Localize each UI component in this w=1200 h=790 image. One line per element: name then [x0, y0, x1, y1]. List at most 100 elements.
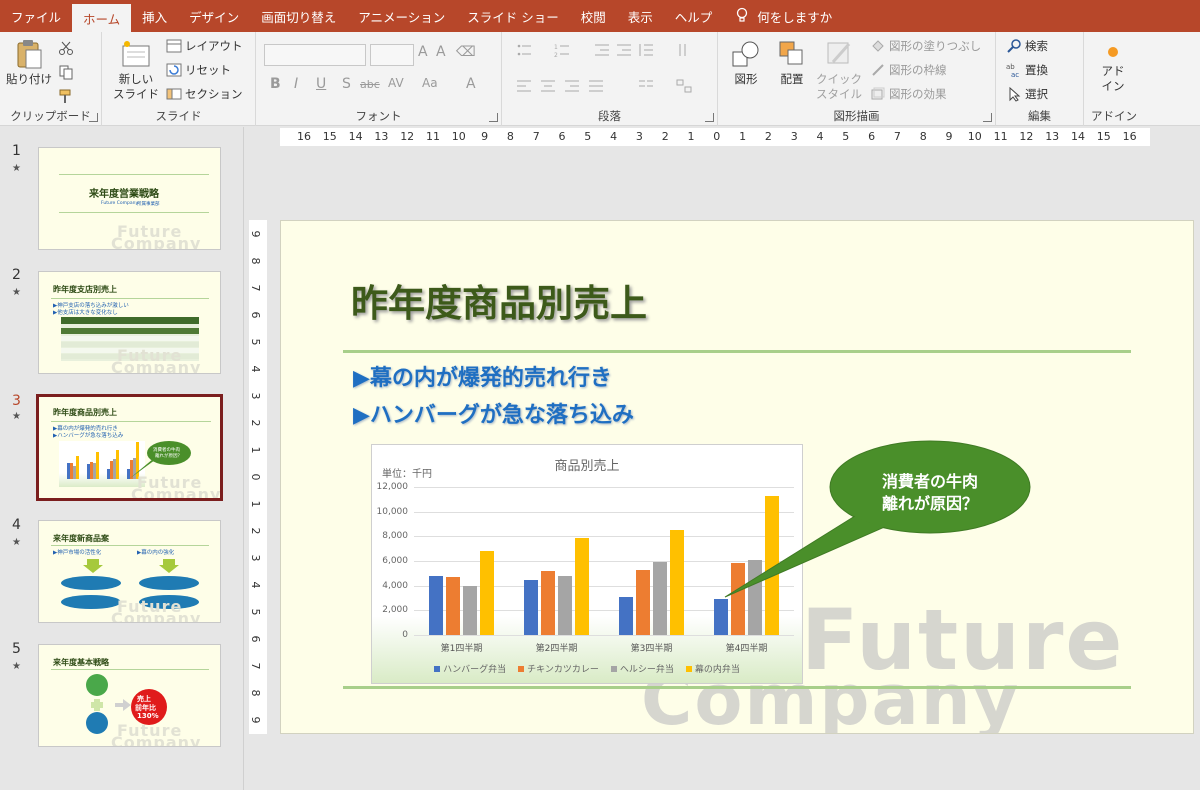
animation-star-icon: ★ — [12, 287, 21, 298]
text-direction-icon[interactable] — [676, 42, 692, 58]
shapes-icon — [730, 38, 762, 70]
font-size-combo[interactable] — [370, 44, 414, 66]
tab-animations[interactable]: アニメーション — [347, 0, 456, 32]
find-label: 検索 — [1025, 39, 1048, 53]
section-label: セクション — [185, 87, 243, 101]
shape-fill-label: 図形の塗りつぶし — [889, 39, 982, 53]
ruler-tick-label: 4 — [816, 130, 824, 143]
font-launcher[interactable] — [489, 113, 498, 122]
shape-effects-button[interactable]: 図形の効果 — [870, 86, 947, 102]
line-spacing-icon[interactable] — [638, 42, 654, 58]
strike-button[interactable]: abc — [360, 78, 380, 91]
font-name-combo[interactable] — [264, 44, 366, 66]
find-button[interactable]: 検索 — [1006, 38, 1048, 54]
ruler-tick-label: 4 — [249, 365, 262, 373]
slide-thumbnail-4[interactable]: 来年度新商品案 ▶神戸市場の活性化 ▶幕の内の強化 Future Company — [38, 520, 221, 623]
vertical-ruler[interactable]: 9 8 7 6 5 4 3 2 1 0 1 2 3 4 5 6 7 8 9 — [249, 220, 267, 734]
quick-styles-icon — [823, 38, 855, 70]
decrease-indent-icon[interactable] — [594, 42, 610, 58]
section-button[interactable]: セクション — [166, 86, 243, 102]
ruler-tick-label: 16 — [1122, 130, 1137, 143]
drawing-launcher[interactable] — [983, 113, 992, 122]
align-center-icon[interactable] — [540, 78, 556, 94]
slide-canvas[interactable]: Future Company 昨年度商品別売上 ▶幕の内が爆発的売れ行き ▶ハン… — [280, 220, 1194, 734]
ruler-tick-label: 0 — [249, 473, 262, 481]
quick-styles-button[interactable]: クイック スタイル — [816, 38, 862, 102]
arrange-button[interactable]: 配置 — [772, 38, 812, 87]
ruler-tick-label: 6 — [249, 311, 262, 319]
ruler-tick-label: 5 — [249, 608, 262, 616]
grow-font-icon[interactable]: A — [418, 44, 428, 60]
select-button[interactable]: 選択 — [1006, 86, 1048, 102]
tell-me-box[interactable]: 何をしますか — [723, 0, 832, 32]
clear-format-icon[interactable]: ⌫ — [456, 44, 476, 60]
cursor-icon — [1006, 86, 1022, 102]
smartart-icon[interactable] — [676, 78, 692, 94]
addins-button[interactable]: アド イン — [1092, 42, 1134, 94]
ruler-tick-label: 1 — [249, 446, 262, 454]
layout-icon — [166, 38, 182, 54]
callout-text[interactable]: 消費者の牛肉 離れが原因？ — [832, 471, 1028, 515]
format-painter-icon[interactable] — [58, 88, 74, 104]
shape-outline-button[interactable]: 図形の枠線 — [870, 62, 947, 78]
slide-thumbnail-2[interactable]: 昨年度支店別売上 ▶神戸支店の落ち込みが激しい ▶他支店は大きな変化なし Fut… — [38, 271, 221, 374]
shape-fill-button[interactable]: 図形の塗りつぶし — [870, 38, 981, 54]
tab-design[interactable]: デザイン — [178, 0, 250, 32]
cut-icon[interactable] — [58, 40, 74, 56]
shapes-button[interactable]: 図形 — [726, 38, 766, 87]
replace-button[interactable]: ab ac 置換 — [1006, 62, 1048, 79]
tab-home[interactable]: ホーム — [72, 4, 132, 32]
layout-button[interactable]: レイアウト — [166, 38, 243, 54]
spacing-button[interactable]: AV — [388, 76, 404, 90]
increase-indent-icon[interactable] — [616, 42, 632, 58]
ruler-tick-label: 3 — [249, 392, 262, 400]
new-slide-label-1: 新しい — [118, 72, 154, 86]
thumb-bullet-2: ▶他支店は大きな変化なし — [53, 310, 118, 316]
align-right-icon[interactable] — [564, 78, 580, 94]
tab-review[interactable]: 校閲 — [570, 0, 617, 32]
columns-icon[interactable] — [638, 78, 654, 94]
underline-button[interactable]: U — [316, 76, 326, 92]
callout-shape[interactable] — [281, 221, 1194, 734]
menu-bar: ファイル ホーム 挿入 デザイン 画面切り替え アニメーション スライド ショー… — [0, 0, 1200, 32]
shadow-button[interactable]: S — [342, 76, 351, 92]
tab-help[interactable]: ヘルプ — [664, 0, 724, 32]
paragraph-launcher[interactable] — [705, 113, 714, 122]
quick-styles-label-1: クイック — [816, 72, 862, 86]
horizontal-ruler[interactable]: 16 15 14 13 12 11 10 9 8 7 6 5 4 3 2 1 0 1 2 3 4 5 6 7 8 9 10 11 12 1… — [280, 128, 1150, 146]
clipboard-launcher[interactable] — [89, 113, 98, 122]
thumb-rule — [51, 298, 209, 299]
slide-number-1: 1 — [12, 143, 21, 159]
slide-number-5: 5 — [12, 641, 21, 657]
tab-transitions[interactable]: 画面切り替え — [250, 0, 347, 32]
shrink-font-icon[interactable]: A — [436, 44, 446, 60]
tab-insert[interactable]: 挿入 — [131, 0, 178, 32]
bullets-icon[interactable] — [516, 42, 532, 58]
slide-thumbnail-3[interactable]: 昨年度商品別売上 ▶幕の内が爆発的売れ行き ▶ハンバーグが急な落ち込み 消費者の… — [36, 394, 223, 501]
reset-button[interactable]: リセット — [166, 62, 231, 78]
ruler-tick-label: 4 — [610, 130, 618, 143]
justify-icon[interactable] — [588, 78, 604, 94]
tell-me-label: 何をしますか — [757, 9, 833, 25]
copy-icon[interactable] — [58, 64, 74, 80]
font-color-button[interactable]: A — [466, 76, 476, 92]
numbering-icon[interactable]: 12 — [554, 42, 570, 59]
tab-slideshow[interactable]: スライド ショー — [456, 0, 569, 32]
bold-button[interactable]: B — [270, 76, 281, 92]
ruler-tick-label: 6 — [249, 635, 262, 643]
paste-button[interactable]: 貼り付け — [6, 38, 52, 87]
new-slide-button[interactable]: 新しい スライド — [110, 38, 162, 102]
slide-thumbnail-1[interactable]: 来年度営業戦略 Future Company 所属事業部 Future Comp… — [38, 147, 221, 250]
thumb-watermark: Company — [111, 733, 202, 747]
group-editing: 検索 ab ac 置換 選択 編集 — [996, 32, 1084, 126]
ruler-tick-label: 9 — [249, 716, 262, 724]
italic-button[interactable]: I — [294, 76, 298, 92]
reset-icon — [166, 62, 182, 78]
align-left-icon[interactable] — [516, 78, 532, 94]
addins-icon — [1103, 42, 1123, 62]
ruler-tick-label: 0 — [713, 130, 721, 143]
slide-thumbnail-5[interactable]: 来年度基本戦略 売上 前年比 130% Future Company — [38, 644, 221, 747]
change-case-button[interactable]: Aa — [422, 76, 438, 90]
tab-view[interactable]: 表示 — [617, 0, 664, 32]
tab-file[interactable]: ファイル — [0, 0, 72, 32]
